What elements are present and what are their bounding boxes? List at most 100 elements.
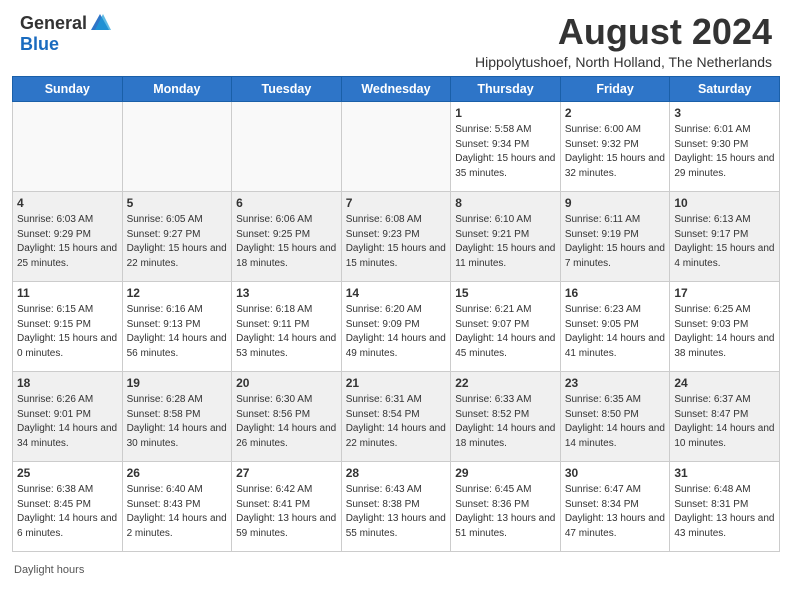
cell-info: Sunrise: 6:30 AM Sunset: 8:56 PM Dayligh… xyxy=(236,393,337,451)
day-header-sunday: Sunday xyxy=(13,76,123,101)
day-number: 5 xyxy=(127,195,228,212)
table-row: 21Sunrise: 6:31 AM Sunset: 8:54 PM Dayli… xyxy=(341,371,451,461)
cell-info: Sunrise: 5:58 AM Sunset: 9:34 PM Dayligh… xyxy=(455,123,556,181)
table-row: 5Sunrise: 6:05 AM Sunset: 9:27 PM Daylig… xyxy=(122,191,232,281)
table-row: 26Sunrise: 6:40 AM Sunset: 8:43 PM Dayli… xyxy=(122,461,232,551)
day-header-wednesday: Wednesday xyxy=(341,76,451,101)
cell-info: Sunrise: 6:06 AM Sunset: 9:25 PM Dayligh… xyxy=(236,213,337,271)
cell-info: Sunrise: 6:16 AM Sunset: 9:13 PM Dayligh… xyxy=(127,303,228,361)
cell-info: Sunrise: 6:23 AM Sunset: 9:05 PM Dayligh… xyxy=(565,303,666,361)
table-row: 3Sunrise: 6:01 AM Sunset: 9:30 PM Daylig… xyxy=(670,101,780,191)
day-number: 7 xyxy=(346,195,447,212)
cell-info: Sunrise: 6:26 AM Sunset: 9:01 PM Dayligh… xyxy=(17,393,118,451)
location-subtitle: Hippolytushoef, North Holland, The Nethe… xyxy=(475,54,772,70)
table-row: 23Sunrise: 6:35 AM Sunset: 8:50 PM Dayli… xyxy=(560,371,670,461)
calendar-table: SundayMondayTuesdayWednesdayThursdayFrid… xyxy=(12,76,780,552)
cell-info: Sunrise: 6:00 AM Sunset: 9:32 PM Dayligh… xyxy=(565,123,666,181)
calendar-week-row: 25Sunrise: 6:38 AM Sunset: 8:45 PM Dayli… xyxy=(13,461,780,551)
table-row: 9Sunrise: 6:11 AM Sunset: 9:19 PM Daylig… xyxy=(560,191,670,281)
table-row: 13Sunrise: 6:18 AM Sunset: 9:11 PM Dayli… xyxy=(232,281,342,371)
footer-note: Daylight hours xyxy=(0,560,792,580)
day-number: 25 xyxy=(17,465,118,482)
table-row: 12Sunrise: 6:16 AM Sunset: 9:13 PM Dayli… xyxy=(122,281,232,371)
day-number: 19 xyxy=(127,375,228,392)
calendar-week-row: 1Sunrise: 5:58 AM Sunset: 9:34 PM Daylig… xyxy=(13,101,780,191)
day-number: 13 xyxy=(236,285,337,302)
cell-info: Sunrise: 6:48 AM Sunset: 8:31 PM Dayligh… xyxy=(674,483,775,541)
month-title: August 2024 xyxy=(475,12,772,52)
table-row: 19Sunrise: 6:28 AM Sunset: 8:58 PM Dayli… xyxy=(122,371,232,461)
cell-info: Sunrise: 6:20 AM Sunset: 9:09 PM Dayligh… xyxy=(346,303,447,361)
day-number: 17 xyxy=(674,285,775,302)
table-row: 14Sunrise: 6:20 AM Sunset: 9:09 PM Dayli… xyxy=(341,281,451,371)
table-row: 16Sunrise: 6:23 AM Sunset: 9:05 PM Dayli… xyxy=(560,281,670,371)
table-row xyxy=(122,101,232,191)
day-number: 23 xyxy=(565,375,666,392)
table-row: 2Sunrise: 6:00 AM Sunset: 9:32 PM Daylig… xyxy=(560,101,670,191)
day-number: 24 xyxy=(674,375,775,392)
table-row: 28Sunrise: 6:43 AM Sunset: 8:38 PM Dayli… xyxy=(341,461,451,551)
cell-info: Sunrise: 6:43 AM Sunset: 8:38 PM Dayligh… xyxy=(346,483,447,541)
day-header-monday: Monday xyxy=(122,76,232,101)
cell-info: Sunrise: 6:03 AM Sunset: 9:29 PM Dayligh… xyxy=(17,213,118,271)
cell-info: Sunrise: 6:40 AM Sunset: 8:43 PM Dayligh… xyxy=(127,483,228,541)
day-number: 21 xyxy=(346,375,447,392)
day-number: 22 xyxy=(455,375,556,392)
day-number: 15 xyxy=(455,285,556,302)
logo: General Blue xyxy=(20,12,111,55)
cell-info: Sunrise: 6:08 AM Sunset: 9:23 PM Dayligh… xyxy=(346,213,447,271)
day-number: 14 xyxy=(346,285,447,302)
table-row: 20Sunrise: 6:30 AM Sunset: 8:56 PM Dayli… xyxy=(232,371,342,461)
day-header-saturday: Saturday xyxy=(670,76,780,101)
cell-info: Sunrise: 6:31 AM Sunset: 8:54 PM Dayligh… xyxy=(346,393,447,451)
table-row: 25Sunrise: 6:38 AM Sunset: 8:45 PM Dayli… xyxy=(13,461,123,551)
day-header-friday: Friday xyxy=(560,76,670,101)
cell-info: Sunrise: 6:21 AM Sunset: 9:07 PM Dayligh… xyxy=(455,303,556,361)
calendar-week-row: 11Sunrise: 6:15 AM Sunset: 9:15 PM Dayli… xyxy=(13,281,780,371)
title-section: August 2024 Hippolytushoef, North Hollan… xyxy=(475,12,772,70)
table-row: 17Sunrise: 6:25 AM Sunset: 9:03 PM Dayli… xyxy=(670,281,780,371)
day-number: 10 xyxy=(674,195,775,212)
day-number: 3 xyxy=(674,105,775,122)
table-row: 29Sunrise: 6:45 AM Sunset: 8:36 PM Dayli… xyxy=(451,461,561,551)
table-row: 22Sunrise: 6:33 AM Sunset: 8:52 PM Dayli… xyxy=(451,371,561,461)
table-row: 1Sunrise: 5:58 AM Sunset: 9:34 PM Daylig… xyxy=(451,101,561,191)
table-row: 4Sunrise: 6:03 AM Sunset: 9:29 PM Daylig… xyxy=(13,191,123,281)
day-header-tuesday: Tuesday xyxy=(232,76,342,101)
cell-info: Sunrise: 6:01 AM Sunset: 9:30 PM Dayligh… xyxy=(674,123,775,181)
calendar-week-row: 18Sunrise: 6:26 AM Sunset: 9:01 PM Dayli… xyxy=(13,371,780,461)
table-row: 11Sunrise: 6:15 AM Sunset: 9:15 PM Dayli… xyxy=(13,281,123,371)
table-row: 10Sunrise: 6:13 AM Sunset: 9:17 PM Dayli… xyxy=(670,191,780,281)
day-number: 4 xyxy=(17,195,118,212)
day-number: 8 xyxy=(455,195,556,212)
page-header: General Blue August 2024 Hippolytushoef,… xyxy=(0,0,792,76)
cell-info: Sunrise: 6:33 AM Sunset: 8:52 PM Dayligh… xyxy=(455,393,556,451)
table-row: 24Sunrise: 6:37 AM Sunset: 8:47 PM Dayli… xyxy=(670,371,780,461)
day-number: 11 xyxy=(17,285,118,302)
table-row: 31Sunrise: 6:48 AM Sunset: 8:31 PM Dayli… xyxy=(670,461,780,551)
day-number: 1 xyxy=(455,105,556,122)
daylight-label: Daylight hours xyxy=(14,564,84,576)
day-number: 29 xyxy=(455,465,556,482)
table-row: 7Sunrise: 6:08 AM Sunset: 9:23 PM Daylig… xyxy=(341,191,451,281)
table-row: 30Sunrise: 6:47 AM Sunset: 8:34 PM Dayli… xyxy=(560,461,670,551)
day-header-thursday: Thursday xyxy=(451,76,561,101)
cell-info: Sunrise: 6:47 AM Sunset: 8:34 PM Dayligh… xyxy=(565,483,666,541)
day-number: 2 xyxy=(565,105,666,122)
day-header-row: SundayMondayTuesdayWednesdayThursdayFrid… xyxy=(13,76,780,101)
table-row: 6Sunrise: 6:06 AM Sunset: 9:25 PM Daylig… xyxy=(232,191,342,281)
cell-info: Sunrise: 6:11 AM Sunset: 9:19 PM Dayligh… xyxy=(565,213,666,271)
logo-icon xyxy=(89,12,111,34)
cell-info: Sunrise: 6:28 AM Sunset: 8:58 PM Dayligh… xyxy=(127,393,228,451)
day-number: 6 xyxy=(236,195,337,212)
logo-blue-text: Blue xyxy=(20,34,111,55)
table-row: 8Sunrise: 6:10 AM Sunset: 9:21 PM Daylig… xyxy=(451,191,561,281)
cell-info: Sunrise: 6:10 AM Sunset: 9:21 PM Dayligh… xyxy=(455,213,556,271)
table-row xyxy=(13,101,123,191)
table-row: 18Sunrise: 6:26 AM Sunset: 9:01 PM Dayli… xyxy=(13,371,123,461)
day-number: 27 xyxy=(236,465,337,482)
cell-info: Sunrise: 6:18 AM Sunset: 9:11 PM Dayligh… xyxy=(236,303,337,361)
day-number: 26 xyxy=(127,465,228,482)
cell-info: Sunrise: 6:45 AM Sunset: 8:36 PM Dayligh… xyxy=(455,483,556,541)
cell-info: Sunrise: 6:37 AM Sunset: 8:47 PM Dayligh… xyxy=(674,393,775,451)
